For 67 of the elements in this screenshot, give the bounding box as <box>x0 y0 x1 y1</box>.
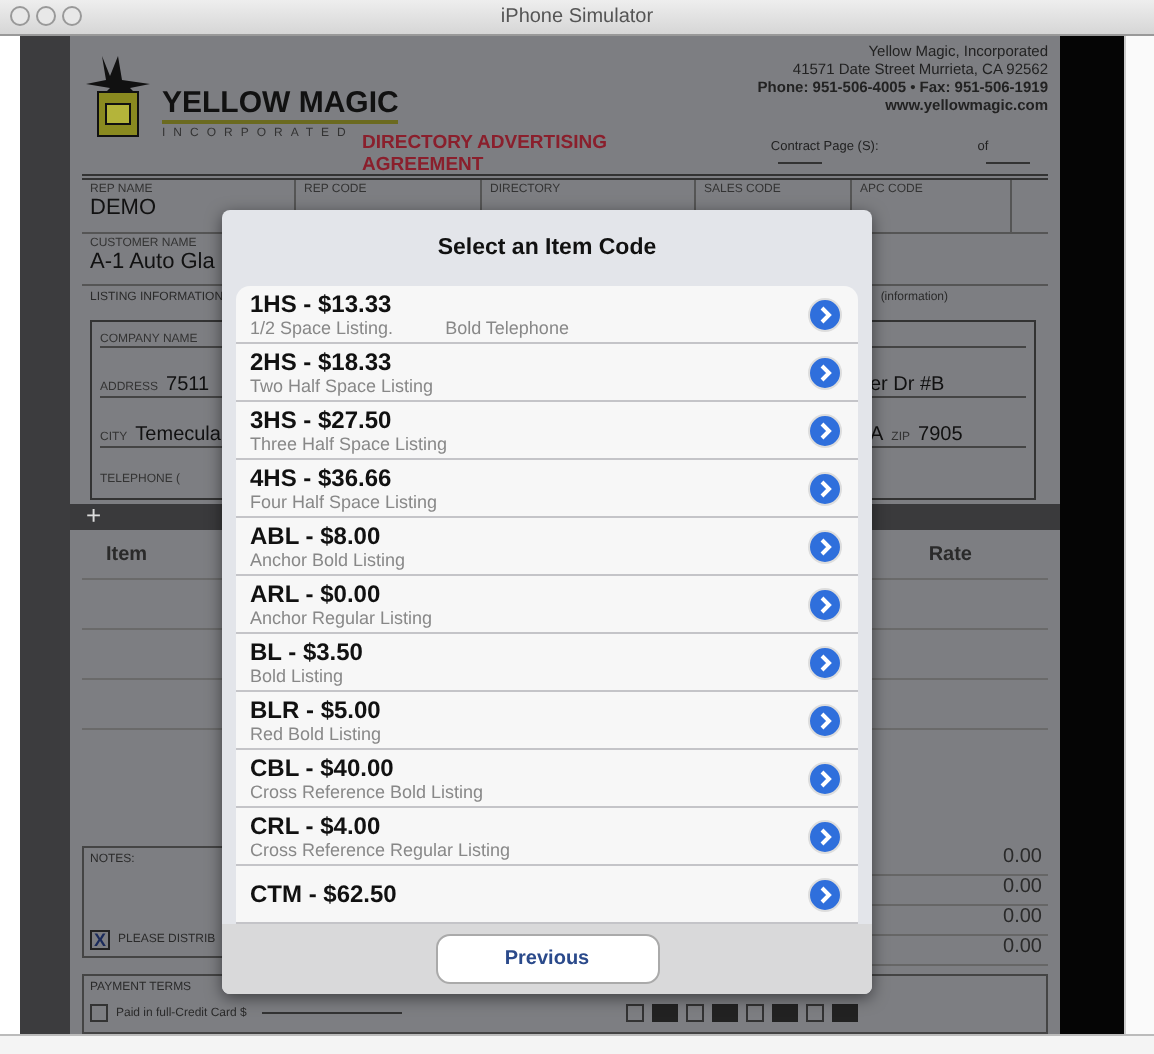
field-value: 7511 <box>166 374 210 397</box>
item-code: BL - $3.50 <box>250 637 365 665</box>
item-code: 4HS - $36.66 <box>250 463 394 491</box>
checkbox[interactable] <box>90 1004 108 1022</box>
disclosure-icon[interactable] <box>808 703 842 737</box>
disclosure-icon[interactable] <box>808 877 842 911</box>
item-code-option[interactable]: 2HS - $18.33 Two Half Space Listing <box>236 344 858 402</box>
add-button[interactable]: + <box>86 500 102 530</box>
item-code: ARL - $0.00 <box>250 579 383 607</box>
item-description: Anchor Bold Listing <box>250 549 406 571</box>
item-code-option[interactable]: ABL - $8.00 Anchor Bold Listing <box>236 518 858 576</box>
window-title: iPhone Simulator <box>500 6 654 28</box>
disclosure-icon[interactable] <box>808 645 842 679</box>
field-value: DEMO <box>90 196 158 220</box>
item-description: Cross Reference Bold Listing <box>250 781 484 803</box>
credit-card-icon <box>832 1004 859 1022</box>
checkbox[interactable] <box>806 1004 825 1022</box>
item-description: Three Half Space Listing <box>250 433 448 455</box>
item-description: Two Half Space Listing <box>250 375 434 397</box>
item-code: CTM - $62.50 <box>250 880 399 908</box>
item-description: Anchor Regular Listing <box>250 607 433 629</box>
disclosure-icon[interactable] <box>808 529 842 563</box>
item-code-option[interactable]: BL - $3.50 Bold Listing <box>236 634 858 692</box>
item-code-option[interactable]: 3HS - $27.50 Three Half Space Listing <box>236 402 858 460</box>
field-value: A-1 Auto Gla <box>90 250 215 274</box>
item-code: 2HS - $18.33 <box>250 347 394 375</box>
credit-card-icon <box>712 1004 739 1022</box>
item-code: ABL - $8.00 <box>250 521 383 549</box>
field-value: Temecula <box>135 423 221 446</box>
item-description: Red Bold Listing <box>250 723 382 745</box>
item-description: Cross Reference Regular Listing <box>250 839 511 861</box>
item-code: CRL - $4.00 <box>250 811 383 839</box>
disclosure-icon[interactable] <box>808 761 842 795</box>
dialog-title: Select an Item Code <box>435 234 659 264</box>
disclosure-icon[interactable] <box>808 819 842 853</box>
item-description: 1/2 Space Listing. <box>250 317 394 339</box>
disclosure-icon[interactable] <box>808 587 842 621</box>
previous-button[interactable]: Previous <box>435 934 659 984</box>
disclosure-icon[interactable] <box>808 355 842 389</box>
item-code-option[interactable]: CBL - $40.00 Cross Reference Bold Listing <box>236 750 858 808</box>
disclosure-icon[interactable] <box>808 471 842 505</box>
column-header: Item <box>106 543 148 565</box>
item-description: Four Half Space Listing <box>250 491 438 513</box>
vertical-scrollbar[interactable] <box>1124 36 1154 1034</box>
checkbox[interactable] <box>746 1004 765 1022</box>
credit-card-icon <box>772 1004 799 1022</box>
disclosure-icon[interactable] <box>808 413 842 447</box>
checkbox[interactable] <box>686 1004 705 1022</box>
field-value: 7905 <box>918 423 963 446</box>
logo-text: YELLOW MAGIC <box>162 88 399 124</box>
checkbox[interactable] <box>626 1004 645 1022</box>
item-code-option[interactable]: 4HS - $36.66 Four Half Space Listing <box>236 460 858 518</box>
item-code: CBL - $40.00 <box>250 753 396 781</box>
item-code-option[interactable]: ARL - $0.00 Anchor Regular Listing <box>236 576 858 634</box>
form-title: DIRECTORY ADVERTISING AGREEMENT <box>362 132 609 176</box>
disclosure-icon[interactable] <box>808 297 842 331</box>
item-description: Bold Listing <box>250 665 344 687</box>
item-code-option[interactable]: BLR - $5.00 Red Bold Listing <box>236 692 858 750</box>
item-code-option[interactable]: CRL - $4.00 Cross Reference Regular Listing <box>236 808 858 866</box>
credit-card-icon <box>652 1004 679 1022</box>
item-code: 1HS - $13.33 <box>250 289 394 317</box>
item-code: 3HS - $27.50 <box>250 405 394 433</box>
column-header: Rate <box>928 543 972 565</box>
horizontal-scrollbar[interactable] <box>0 1034 1154 1054</box>
item-code-option[interactable]: 1HS - $13.33 1/2 Space Listing. Bold Telephone <box>236 286 858 344</box>
item-description: Bold Telephone <box>445 317 569 339</box>
item-code: BLR - $5.00 <box>250 695 383 723</box>
